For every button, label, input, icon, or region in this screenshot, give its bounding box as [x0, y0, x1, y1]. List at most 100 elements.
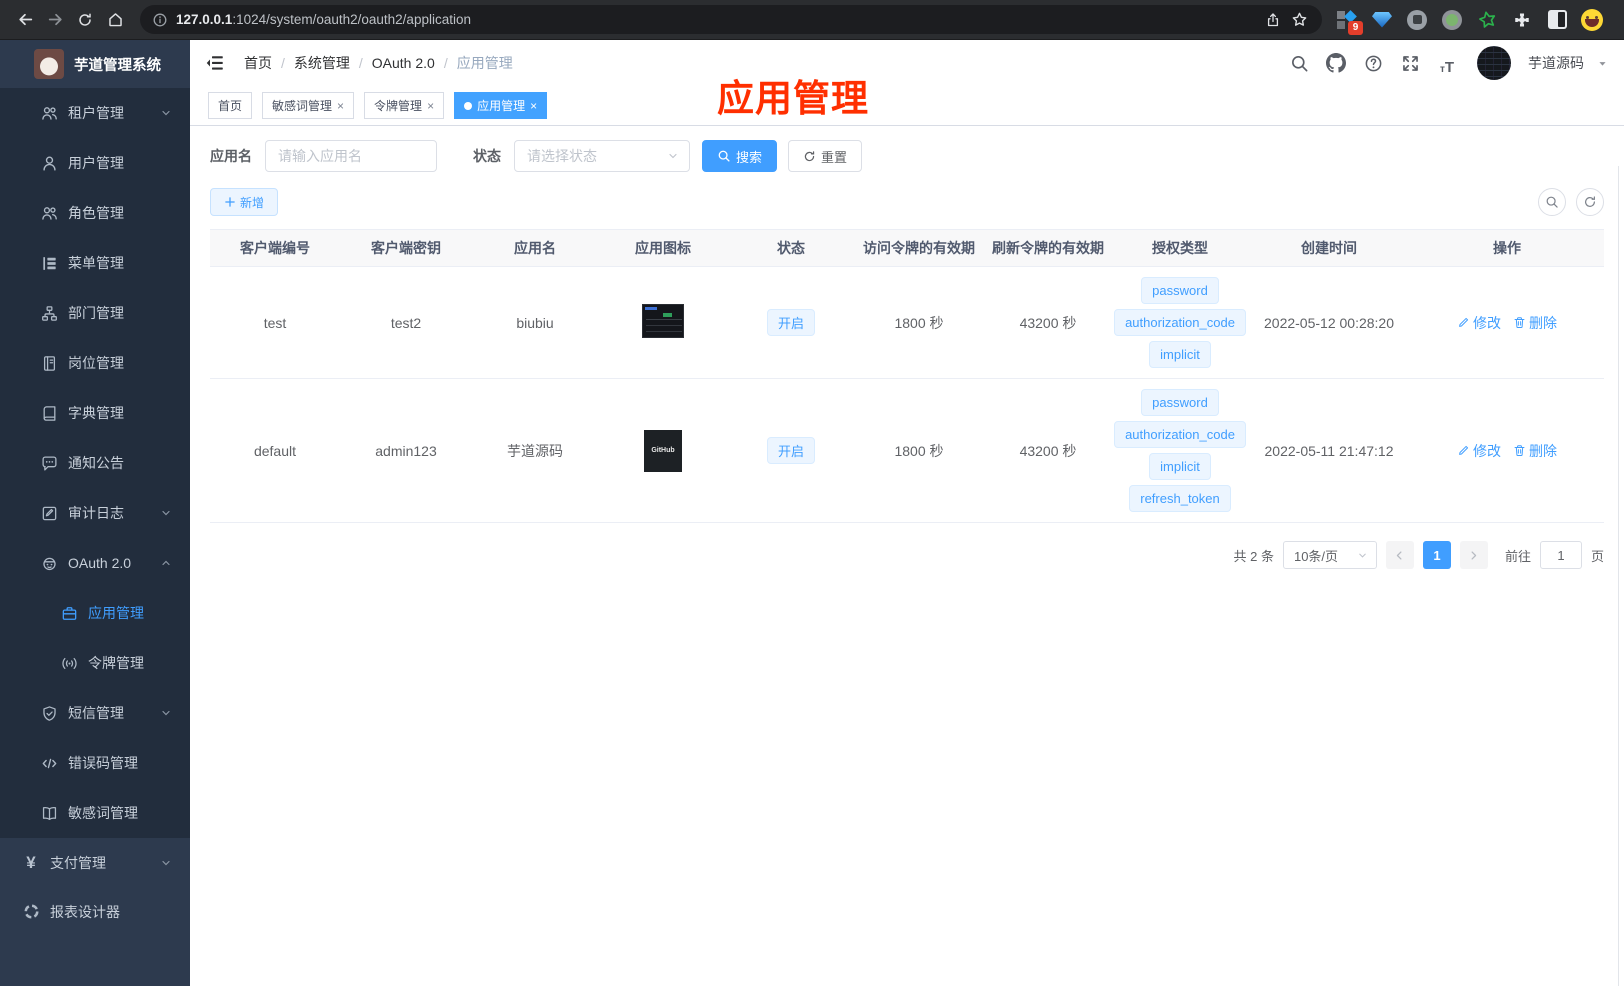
sidebar-item-report-designer[interactable]: 报表设计器	[0, 887, 190, 936]
help-icon[interactable]	[1360, 50, 1386, 76]
side-panel-icon[interactable]	[1546, 9, 1568, 31]
goto-page-input[interactable]	[1539, 541, 1582, 569]
tags-view-bar: 首页 敏感词管理 × 令牌管理 × 应用管理 ×	[190, 86, 1624, 126]
delete-button[interactable]: 删除	[1513, 441, 1557, 461]
col-app-icon: 应用图标	[598, 229, 728, 267]
edit-button[interactable]: 修改	[1457, 313, 1501, 333]
cell-app-name: biubiu	[472, 266, 598, 379]
fullscreen-icon[interactable]	[1397, 50, 1423, 76]
close-icon[interactable]: ×	[530, 99, 537, 113]
tab-application[interactable]: 应用管理 ×	[454, 92, 548, 119]
share-icon[interactable]	[1260, 5, 1286, 35]
active-dot	[464, 101, 473, 110]
extension-command-icon[interactable]	[1406, 9, 1428, 31]
sidebar-item-label: 敏感词管理	[68, 805, 138, 821]
browser-forward-icon[interactable]	[40, 5, 70, 35]
browser-reload-icon[interactable]	[70, 5, 100, 35]
edit-button[interactable]: 修改	[1457, 441, 1501, 461]
sidebar-item-sms[interactable]: 短信管理	[0, 688, 190, 738]
prev-page-button[interactable]	[1385, 541, 1414, 569]
extensions-puzzle-icon[interactable]	[1511, 9, 1533, 31]
sidebar-item-role[interactable]: 角色管理	[0, 188, 190, 238]
robot-icon	[40, 554, 58, 572]
app-name-input[interactable]	[265, 140, 437, 172]
font-size-icon[interactable]: тT	[1434, 50, 1460, 76]
github-icon[interactable]	[1323, 50, 1349, 76]
sidebar-item-oauth[interactable]: OAuth 2.0	[0, 538, 190, 588]
scrollbar[interactable]	[1618, 166, 1619, 986]
sidebar-item-label: 通知公告	[68, 455, 124, 471]
tab-home[interactable]: 首页	[208, 92, 253, 119]
sidebar-item-errcode[interactable]: 错误码管理	[0, 738, 190, 788]
status-badge: 开启	[766, 437, 815, 464]
delete-button[interactable]: 删除	[1513, 313, 1557, 333]
close-icon[interactable]: ×	[337, 99, 344, 113]
collapse-sidebar-icon[interactable]	[204, 52, 226, 74]
extension-gem-icon[interactable]	[1371, 9, 1393, 31]
sidebar-item-post[interactable]: 岗位管理	[0, 338, 190, 388]
tab-sensitive-word[interactable]: 敏感词管理 ×	[262, 92, 355, 119]
sidebar-item-label: 审计日志	[68, 505, 124, 521]
cell-app-name: 芋道源码	[472, 378, 598, 523]
sidebar-item-sensitive-word[interactable]: 敏感词管理	[0, 788, 190, 838]
sidebar-item-menu[interactable]: 菜单管理	[0, 238, 190, 288]
message-icon	[40, 454, 58, 472]
breadcrumb-oauth[interactable]: OAuth 2.0	[372, 55, 435, 71]
sidebar-bottom-section: ¥ 支付管理 报表设计器	[0, 838, 190, 986]
sidebar-item-dept[interactable]: 部门管理	[0, 288, 190, 338]
breadcrumb-system[interactable]: 系统管理	[294, 53, 350, 73]
close-icon[interactable]: ×	[427, 99, 434, 113]
code-icon	[40, 754, 58, 772]
toggle-search-button[interactable]	[1538, 188, 1566, 216]
sidebar-item-dict[interactable]: 字典管理	[0, 388, 190, 438]
sidebar-item-oauth-app[interactable]: 应用管理	[0, 588, 190, 638]
extension-blocks-icon[interactable]: 9	[1336, 9, 1363, 35]
col-app-name: 应用名	[472, 229, 598, 267]
url-bar[interactable]: 127.0.0.1:1024/system/oauth2/oauth2/appl…	[140, 5, 1322, 34]
reset-button[interactable]: 重置	[788, 140, 863, 172]
browser-chrome: 127.0.0.1:1024/system/oauth2/oauth2/appl…	[0, 0, 1624, 40]
chevron-up-icon	[160, 557, 172, 569]
chevron-down-icon	[160, 857, 172, 869]
col-access-ttl: 访问令牌的有效期	[854, 229, 984, 267]
sidebar-item-label: 短信管理	[68, 705, 124, 721]
cell-app-icon	[598, 266, 728, 379]
sidebar-item-notice[interactable]: 通知公告	[0, 438, 190, 488]
cell-access-ttl: 1800 秒	[854, 378, 984, 523]
sidebar-item-oauth-token[interactable]: 令牌管理	[0, 638, 190, 688]
browser-menu-icon[interactable]	[1616, 9, 1624, 31]
search-icon[interactable]	[1286, 50, 1312, 76]
profile-avatar-icon[interactable]	[1581, 8, 1603, 31]
sidebar-item-user[interactable]: 用户管理	[0, 138, 190, 188]
sidebar-item-label: 岗位管理	[68, 355, 124, 371]
next-page-button[interactable]	[1459, 541, 1488, 569]
sidebar-item-label: 角色管理	[68, 205, 124, 221]
user-dropdown-caret-icon[interactable]	[1597, 58, 1608, 69]
extension-star-icon[interactable]	[1476, 9, 1498, 31]
edit-log-icon	[40, 504, 58, 522]
sidebar-item-label: 租户管理	[68, 105, 124, 121]
sidebar-item-audit-log[interactable]: 审计日志	[0, 488, 190, 538]
sidebar-item-label: 应用管理	[88, 605, 144, 621]
sidebar-item-tenant[interactable]: 租户管理	[0, 88, 190, 138]
browser-back-icon[interactable]	[10, 5, 40, 35]
breadcrumb-home[interactable]: 首页	[244, 53, 272, 73]
cell-created: 2022-05-12 00:28:20	[1248, 266, 1410, 379]
bookmark-star-icon[interactable]	[1286, 5, 1312, 35]
current-page-button[interactable]: 1	[1422, 541, 1451, 569]
user-avatar[interactable]	[1477, 46, 1511, 80]
extension-record-icon[interactable]	[1441, 9, 1463, 31]
browser-home-icon[interactable]	[100, 5, 130, 35]
status-label: 状态	[473, 148, 501, 164]
site-info-icon[interactable]	[152, 12, 168, 28]
page-size-select[interactable]: 10条/页	[1282, 541, 1377, 569]
refresh-table-button[interactable]	[1576, 188, 1604, 216]
tab-token[interactable]: 令牌管理 ×	[364, 92, 445, 119]
status-select[interactable]: 请选择状态	[514, 140, 690, 172]
pagination: 共 2 条 10条/页 1 前往 页	[210, 541, 1604, 569]
add-button[interactable]: 新增	[210, 188, 279, 216]
search-button[interactable]: 搜索	[702, 140, 778, 172]
app-logo[interactable]: 芋道管理系统	[0, 40, 190, 88]
table-header-row: 客户端编号 客户端密钥 应用名 应用图标 状态 访问令牌的有效期 刷新令牌的有效…	[210, 229, 1604, 267]
sidebar-item-pay[interactable]: ¥ 支付管理	[0, 838, 190, 887]
